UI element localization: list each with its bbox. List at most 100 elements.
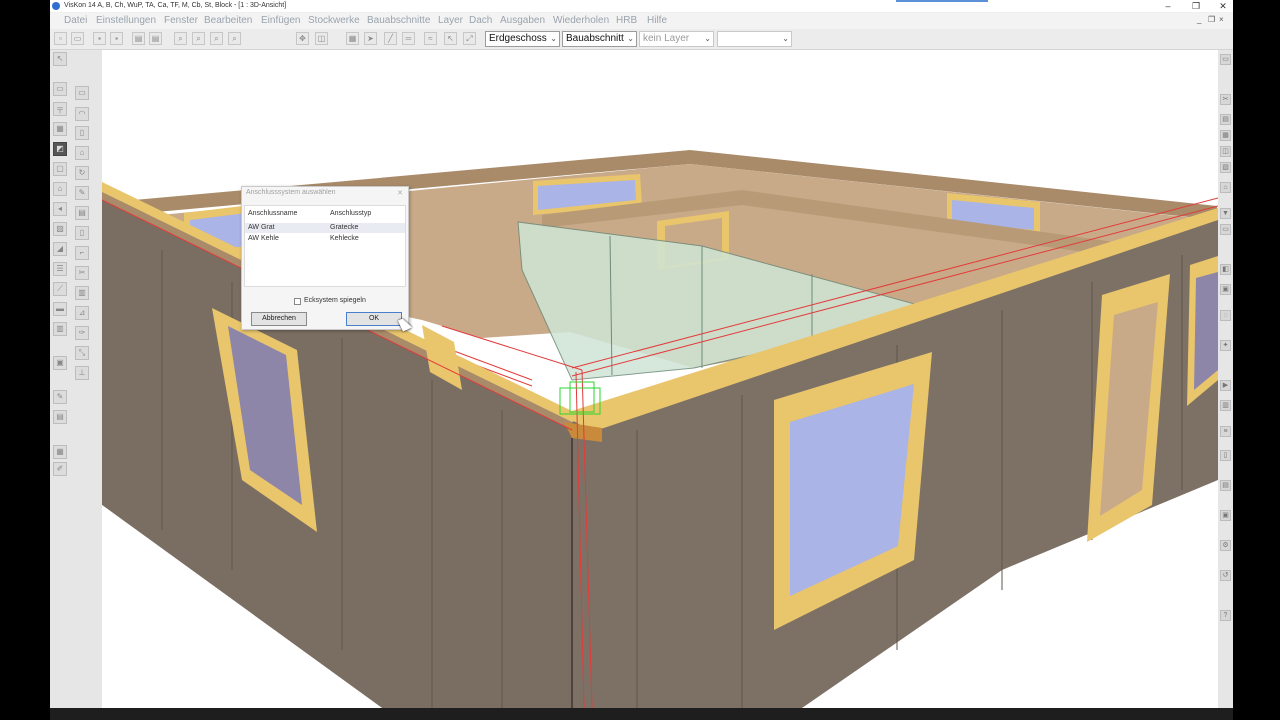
section-select[interactable]: Bauabschnitt ⌄ [562, 31, 637, 47]
menu-layer[interactable]: Layer [438, 15, 463, 27]
menu-hilfe[interactable]: Hilfe [647, 15, 667, 27]
ruler-tool-icon[interactable]: ▬ [53, 302, 67, 316]
maximize-button[interactable]: ❐ [1185, 0, 1207, 12]
cut-tool-icon[interactable]: ✂ [75, 266, 89, 280]
zoom-in-icon[interactable]: ⌕ [192, 32, 205, 45]
beam-tool-icon[interactable]: ╤ [53, 102, 67, 116]
open-file-icon[interactable]: ▭ [71, 32, 84, 45]
light-icon[interactable]: ✦ [1220, 340, 1231, 351]
export-icon[interactable]: ▣ [1220, 510, 1231, 521]
mirror-corner-checkbox[interactable] [294, 298, 301, 305]
extra-select[interactable]: ⌄ [717, 31, 792, 47]
list-tool-icon[interactable]: ☰ [53, 262, 67, 276]
menu-wiederholen[interactable]: Wiederholen [553, 15, 609, 27]
align-icon[interactable]: ≡ [1220, 426, 1231, 437]
menu-einstellungen[interactable]: Einstellungen [96, 15, 156, 27]
rafter-tool-icon[interactable]: ⟋ [53, 282, 67, 296]
grid-icon[interactable]: ▦ [346, 32, 359, 45]
line-icon[interactable]: ╱ [384, 32, 397, 45]
select-icon[interactable]: ➤ [364, 32, 377, 45]
pointer-tool-icon[interactable]: ↖ [53, 52, 67, 66]
view-side-icon[interactable]: ▦ [1220, 130, 1231, 141]
measure-icon[interactable]: ═ [402, 32, 415, 45]
dimension-icon[interactable]: ≈ [424, 32, 437, 45]
measure-view-icon[interactable]: ▯ [1220, 450, 1231, 461]
hide-icon[interactable]: ◌ [1220, 310, 1231, 321]
pin-tool-icon[interactable]: ⊥ [75, 366, 89, 380]
menu-bearbeiten[interactable]: Bearbeiten [204, 15, 252, 27]
lock-tool-icon[interactable]: ▣ [53, 356, 67, 370]
pointer-icon[interactable]: ↖ [444, 32, 457, 45]
pan-icon[interactable]: ✥ [296, 32, 309, 45]
view-cut-icon[interactable]: ✂ [1220, 94, 1231, 105]
list-item[interactable]: AW Grat Gratecke [245, 223, 405, 233]
view-3d-icon[interactable]: ◫ [315, 32, 328, 45]
rotate-tool-icon[interactable]: ↻ [75, 166, 89, 180]
roof-tool-icon[interactable]: ⌂ [75, 146, 89, 160]
pencil-tool-icon[interactable]: ✎ [75, 186, 89, 200]
print-view-icon[interactable]: ▤ [1220, 480, 1231, 491]
new-file-icon[interactable]: ▫ [54, 32, 67, 45]
stud-tool-icon[interactable]: ▥ [53, 322, 67, 336]
reset-view-icon[interactable]: ↺ [1220, 570, 1231, 581]
dialog-close-icon[interactable]: ✕ [395, 189, 405, 198]
menu-datei[interactable]: Datei [64, 15, 87, 27]
slope-tool-icon[interactable]: ◢ [53, 242, 67, 256]
grid-tool-icon[interactable]: ▦ [53, 445, 67, 459]
column-header-name[interactable]: Anschlussname [248, 210, 297, 217]
storey-select[interactable]: Erdgeschoss ⌄ [485, 31, 560, 47]
menu-stockwerke[interactable]: Stockwerke [308, 15, 360, 27]
board-tool-icon[interactable]: ▤ [75, 206, 89, 220]
filter-icon[interactable]: ▼ [1220, 208, 1231, 219]
zoom-window-icon[interactable]: ⌕ [210, 32, 223, 45]
panel-tool-icon[interactable]: ▭ [75, 86, 89, 100]
box-tool-icon[interactable]: ▢ [53, 162, 67, 176]
save-as-icon[interactable]: ▪ [110, 32, 123, 45]
menu-dach[interactable]: Dach [469, 15, 492, 27]
door-tool-icon[interactable]: ▯ [75, 226, 89, 240]
mdi-minimize-button[interactable]: _ [1197, 15, 1201, 24]
play-icon[interactable]: ▶ [1220, 380, 1231, 391]
print-preview-icon[interactable]: ▤ [149, 32, 162, 45]
wall-view-icon[interactable]: ▭ [1220, 224, 1231, 235]
list-item[interactable]: AW Kehle Kehlecke [245, 234, 405, 244]
minimize-button[interactable]: – [1157, 0, 1179, 12]
zoom-icon[interactable]: ⌕ [174, 32, 187, 45]
menu-hrb[interactable]: HRB [616, 15, 637, 27]
trim-tool-icon[interactable]: ⊿ [75, 306, 89, 320]
arrow-tool-icon[interactable]: ◂ [53, 202, 67, 216]
edit-tool-icon[interactable]: ✐ [53, 462, 67, 476]
vector-tool-icon[interactable]: ⤡ [75, 346, 89, 360]
render-icon[interactable]: ◧ [1220, 264, 1231, 275]
chart-tool-icon[interactable]: ▥ [75, 286, 89, 300]
bracket-tool-icon[interactable]: ⌐ [75, 246, 89, 260]
zoom-all-icon[interactable]: ⌕ [228, 32, 241, 45]
save-icon[interactable]: ▪ [93, 32, 106, 45]
menu-bauabschnitte[interactable]: Bauabschnitte [367, 15, 430, 27]
section-view-icon[interactable]: ▥ [1220, 400, 1231, 411]
mdi-close-button[interactable]: × [1219, 15, 1224, 24]
mdi-restore-button[interactable]: ❐ [1208, 15, 1215, 24]
brush-tool-icon[interactable]: ✑ [75, 326, 89, 340]
transform-icon[interactable]: ⤢ [463, 32, 476, 45]
cancel-button[interactable]: Abbrechen [251, 312, 307, 326]
column-header-type[interactable]: Anschlusstyp [330, 210, 371, 217]
hatch-tool-icon[interactable]: ▨ [53, 222, 67, 236]
roof-view-icon[interactable]: ⌂ [1220, 182, 1231, 193]
menu-einfuegen[interactable]: Einfügen [261, 15, 300, 27]
settings-view-icon[interactable]: ⚙ [1220, 540, 1231, 551]
menu-ausgaben[interactable]: Ausgaben [500, 15, 545, 27]
help-view-icon[interactable]: ? [1220, 610, 1231, 621]
ok-button[interactable]: OK [346, 312, 402, 326]
arc-tool-icon[interactable]: ◠ [75, 107, 89, 121]
3d-view-viewport[interactable] [102, 50, 1218, 708]
window-tool-icon[interactable]: ▦ [53, 122, 67, 136]
view-top-icon[interactable]: ▭ [1220, 54, 1231, 65]
view-front-icon[interactable]: ▤ [1220, 114, 1231, 125]
view-iso-icon[interactable]: ◫ [1220, 146, 1231, 157]
menu-fenster[interactable]: Fenster [164, 15, 198, 27]
stair-tool-icon[interactable]: ▤ [53, 410, 67, 424]
print-icon[interactable]: ▤ [132, 32, 145, 45]
layer-select[interactable]: kein Layer ⌄ [639, 31, 714, 47]
marker-tool-icon[interactable]: ✎ [53, 390, 67, 404]
